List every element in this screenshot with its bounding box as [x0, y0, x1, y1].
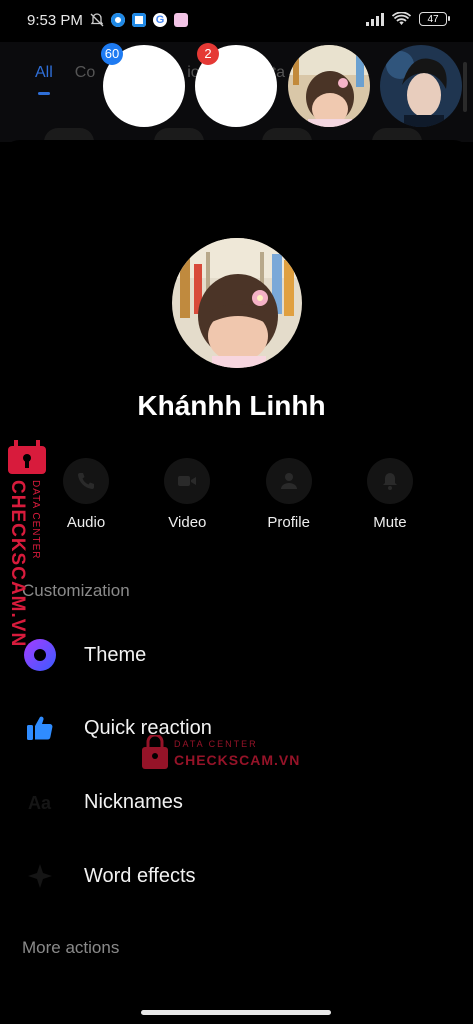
app-notification-icon: [111, 13, 125, 27]
profile-name: Khánhh Linhh: [137, 390, 326, 421]
video-call-button[interactable]: Video: [139, 458, 235, 531]
bell-icon: [366, 458, 413, 504]
quick-actions: Audio Video Profile Mute: [38, 458, 438, 531]
tab-all[interactable]: All: [35, 64, 53, 82]
wifi-icon: [392, 12, 411, 25]
view-profile-button[interactable]: Profile: [241, 458, 337, 531]
tab-background[interactable]: Co: [75, 64, 95, 82]
tab-underline: [38, 92, 50, 95]
audio-call-button[interactable]: Audio: [38, 458, 134, 531]
status-bar: 9:53 PM G 47: [0, 0, 473, 42]
video-camera-icon: [164, 458, 211, 504]
chat-head[interactable]: 60: [101, 43, 185, 127]
watermark-tag: DATA CENTER: [174, 739, 258, 749]
watermark-tag: DATA CENTER: [30, 480, 41, 560]
sparkle-icon: [20, 856, 60, 896]
word-effects-row[interactable]: Word effects: [20, 846, 450, 906]
watermark-brand: CHECKSCAM.VN: [7, 480, 28, 648]
unread-badge: 2: [197, 43, 219, 65]
profile-photo[interactable]: [172, 238, 302, 368]
app-notification-icon: [132, 13, 146, 27]
chat-head-avatar[interactable]: [288, 45, 370, 127]
svg-text:Aa: Aa: [28, 793, 52, 813]
person-icon: [265, 458, 312, 504]
chat-head-avatar[interactable]: [380, 45, 462, 127]
unread-badge: 60: [101, 43, 123, 65]
nickname-icon: Aa: [20, 782, 60, 822]
scrollbar[interactable]: [463, 62, 467, 112]
mute-button[interactable]: Mute: [342, 458, 438, 531]
app-notification-icon: [174, 13, 188, 27]
status-time: 9:53 PM: [27, 12, 83, 29]
view-profile-label: Profile: [267, 514, 310, 531]
home-indicator[interactable]: [141, 1010, 331, 1015]
notification-icons: G: [90, 13, 188, 27]
chat-head[interactable]: 2: [195, 43, 277, 127]
more-actions-heading: More actions: [22, 938, 120, 957]
bell-off-icon: [90, 13, 104, 27]
word-effects-label: Word effects: [84, 864, 196, 887]
system-icons: 47: [366, 12, 450, 26]
theme-row[interactable]: Theme: [20, 625, 450, 685]
watermark-logo-vertical: CHECKSCAM.VN DATA CENTER: [4, 427, 50, 647]
audio-call-label: Audio: [66, 514, 106, 531]
google-icon: G: [153, 13, 167, 27]
watermark-brand: CHECKSCAM.VN: [174, 752, 301, 768]
phone-icon: [63, 458, 109, 504]
video-call-label: Video: [168, 514, 207, 531]
battery-indicator: 47: [419, 12, 450, 26]
nicknames-row[interactable]: Aa Nicknames: [20, 772, 450, 832]
nicknames-label: Nicknames: [84, 790, 183, 813]
theme-label: Theme: [84, 643, 147, 666]
mute-label: Mute: [373, 514, 407, 531]
signal-icon: [366, 12, 384, 26]
watermark-logo-center: DATA CENTER CHECKSCAM.VN: [140, 735, 300, 775]
thumbs-up-icon: [20, 708, 60, 748]
